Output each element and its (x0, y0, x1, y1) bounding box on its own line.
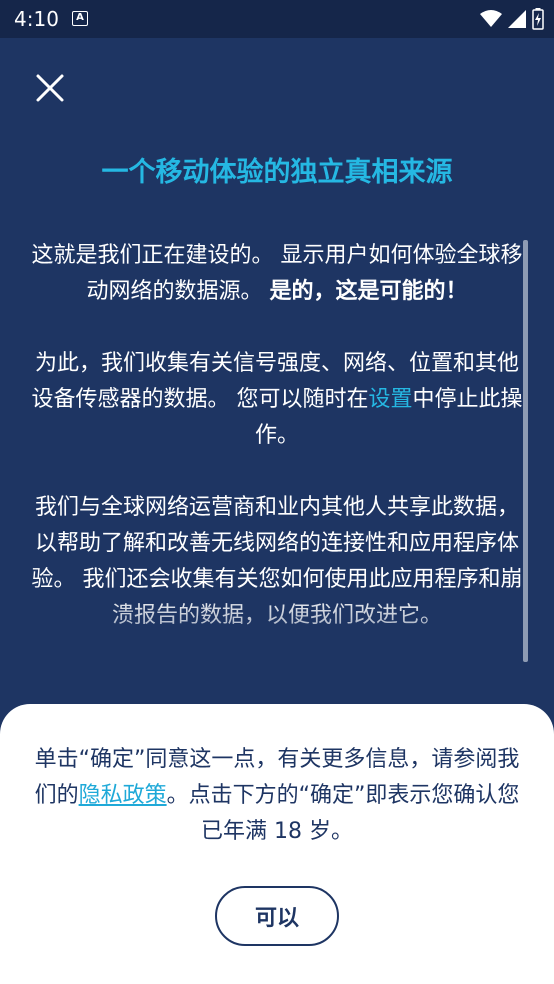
consent-screen: 4:10 A 一个移动体验的独立真相来源 这就是我们正在建设的。 显示用户如何体… (0, 0, 554, 984)
scrollbar[interactable] (523, 240, 528, 662)
consent-text-after: 。点击下方的“确定”即表示您确认您已年满 18 岁。 (166, 783, 520, 844)
consent-text: 单击“确定”同意这一点，有关更多信息，请参阅我们的隐私政策。点击下方的“确定”即… (28, 742, 526, 850)
wifi-icon (480, 10, 502, 27)
settings-link[interactable]: 设置 (368, 387, 412, 412)
paragraph-3: 我们与全球网络运营商和业内其他人共享此数据，以帮助了解和改善无线网络的连接性和应… (31, 495, 523, 628)
ok-button[interactable]: 可以 (215, 886, 339, 946)
battery-icon (532, 8, 544, 30)
close-button[interactable] (30, 68, 70, 108)
status-time: 4:10 (14, 7, 59, 31)
paragraph-1-bold: 是的，这是可能的！ (269, 279, 468, 304)
paragraph-1: 这就是我们正在建设的。 显示用户如何体验全球移动网络的数据源。 是的，这是可能的… (26, 238, 528, 310)
description-scroll[interactable]: 这就是我们正在建设的。 显示用户如何体验全球移动网络的数据源。 是的，这是可能的… (26, 238, 528, 668)
signal-icon (508, 10, 526, 28)
consent-bottom-sheet: 单击“确定”同意这一点，有关更多信息，请参阅我们的隐私政策。点击下方的“确定”即… (0, 704, 554, 984)
notification-a-icon: A (72, 11, 88, 26)
page-title: 一个移动体验的独立真相来源 (101, 157, 453, 188)
status-bar: 4:10 A (0, 0, 554, 38)
privacy-policy-link[interactable]: 隐私政策 (79, 783, 167, 808)
status-icons (480, 8, 544, 30)
paragraph-2: 为此，我们收集有关信号强度、网络、位置和其他设备传感器的数据。 您可以随时在设置… (26, 346, 528, 454)
close-icon (36, 74, 64, 102)
